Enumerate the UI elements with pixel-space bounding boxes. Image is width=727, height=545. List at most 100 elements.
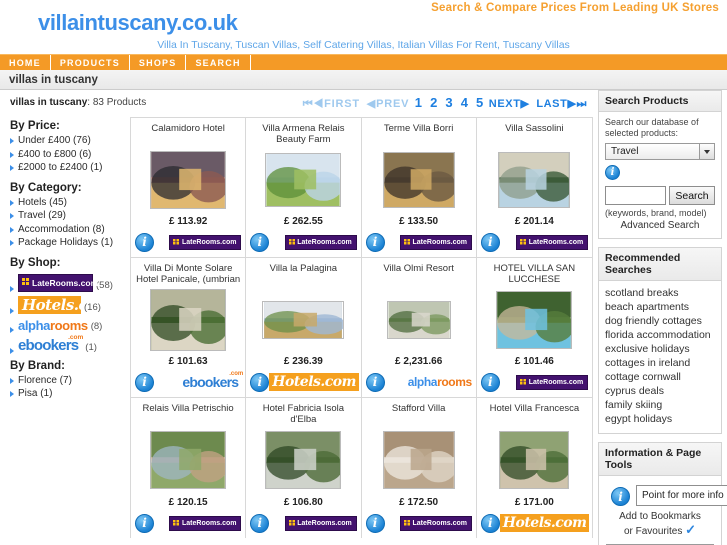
info-icon[interactable]: i [365,513,385,533]
recommended-item[interactable]: cottage cornwall [605,370,715,384]
info-icon[interactable]: i [480,232,500,252]
search-button[interactable]: Search [669,186,715,205]
facet-item-category-1[interactable]: Travel (29) [8,210,124,224]
product-cell[interactable]: HOTEL VILLA SAN LUCCHESE £ 101.46 i LateRoo… [477,258,592,397]
recommended-item[interactable]: florida accommodation [605,328,715,342]
product-thumbnail[interactable] [366,426,472,494]
nav-item-products[interactable]: PRODUCTS [51,55,130,70]
recommended-item[interactable]: scotland breaks [605,286,715,300]
merchant-logo-laterooms[interactable]: LateRooms.com [399,234,472,250]
facet-item-brand-0[interactable]: Florence (7) [8,375,124,389]
info-icon[interactable]: i [605,165,620,180]
product-cell[interactable]: Villa Olmi Resort £ 2,231.66 i alpharooms [362,258,477,397]
product-cell[interactable]: Calamidoro Hotel £ 113.92 i LateRooms.com [131,118,247,257]
pagination-first[interactable]: ⏮◀FIRST [303,98,360,110]
info-icon[interactable]: i [250,372,270,392]
facet-item-shop-ebookers[interactable]: ebookers .com (1) [8,334,124,356]
merchant-link[interactable]: LateRooms.com [169,515,242,531]
product-cell[interactable]: Villa Di Monte Solare Hotel Panicale, (u… [131,258,247,397]
info-icon[interactable]: i [250,232,270,252]
info-icon[interactable]: i [480,372,500,392]
info-icon[interactable]: i [135,513,154,533]
merchant-link[interactable]: LateRooms.com [516,374,588,390]
recommended-item[interactable]: exclusive holidays [605,342,715,356]
merchant-link[interactable]: LateRooms.com [516,234,588,250]
product-thumbnail[interactable] [250,286,356,353]
product-cell[interactable]: Villa la Palagina £ 236.39 i Hotels.com [246,258,362,397]
info-icon[interactable]: i [365,232,385,252]
pagination-page-3[interactable]: 3 [443,95,455,110]
product-thumbnail[interactable] [481,286,588,353]
nav-item-home[interactable]: HOME [0,55,51,70]
merchant-link[interactable]: ebookers .com [182,371,243,390]
product-thumbnail[interactable] [481,426,588,494]
facet-item-shop-laterooms[interactable]: LateRooms.com (58) [8,272,124,294]
product-thumbnail[interactable] [135,426,241,494]
merchant-logo-ebookers[interactable]: ebookers .com [182,371,243,390]
recommended-item[interactable]: family skiing [605,398,715,412]
recommended-item[interactable]: cottages in ireland [605,356,715,370]
nav-item-search[interactable]: SEARCH [186,55,251,70]
product-thumbnail[interactable] [135,146,241,213]
merchant-link[interactable]: LateRooms.com [399,234,472,250]
merchant-link[interactable]: LateRooms.com [284,515,357,531]
site-logo[interactable]: villaintuscany.co.uk [38,10,238,36]
product-cell[interactable]: Stafford Villa £ 172.50 i LateRooms.com [362,398,477,538]
nav-item-shops[interactable]: SHOPS [130,55,187,70]
merchant-logo-hotels[interactable]: Hotels.com [499,514,590,532]
merchant-link[interactable]: Hotels.com [269,373,359,391]
merchant-logo-alpharooms[interactable]: alpharooms [408,375,472,389]
info-icon[interactable]: i [611,487,630,506]
merchant-link[interactable]: alpharooms [408,375,472,389]
recommended-item[interactable]: beach apartments [605,300,715,314]
info-icon[interactable]: i [365,372,385,392]
pagination-page-4[interactable]: 4 [458,95,470,110]
recommended-item[interactable]: egypt holidays [605,412,715,426]
merchant-link[interactable]: Hotels.com [499,514,590,532]
facet-item-category-0[interactable]: Hotels (45) [8,197,124,211]
recommended-item[interactable]: dog friendly cottages [605,314,715,328]
merchant-logo-laterooms[interactable]: LateRooms.com [516,234,588,250]
product-thumbnail[interactable] [135,286,241,353]
pagination-page-1[interactable]: 1 [412,95,424,110]
merchant-logo-hotels[interactable]: Hotels.com [269,373,359,391]
product-thumbnail[interactable] [250,426,356,494]
facet-item-price-1[interactable]: £400 to £800 (6) [8,149,124,163]
merchant-logo-laterooms[interactable]: LateRooms.com [169,234,242,250]
merchant-logo-laterooms[interactable]: LateRooms.com [169,515,242,531]
facet-item-category-2[interactable]: Accommodation (8) [8,224,124,238]
merchant-logo-laterooms[interactable]: LateRooms.com [284,515,357,531]
product-cell[interactable]: Hotel Villa Francesca £ 171.00 i Hotels.com [477,398,592,538]
merchant-link[interactable]: LateRooms.com [169,234,242,250]
product-thumbnail[interactable] [250,146,356,213]
product-cell[interactable]: Terme Villa Borri £ 133.50 i LateRooms.com [362,118,477,257]
pagination-next[interactable]: NEXT▶ [489,98,530,110]
pagination-page-2[interactable]: 2 [428,95,440,110]
pagination-last[interactable]: LAST▶⏭ [533,98,587,110]
bookmark-text[interactable]: Add to Bookmarks or Favourites ✓ [605,510,715,541]
facet-item-price-0[interactable]: Under £400 (76) [8,135,124,149]
merchant-link[interactable]: LateRooms.com [399,515,472,531]
facet-item-brand-1[interactable]: Pisa (1) [8,388,124,402]
merchant-logo-laterooms[interactable]: LateRooms.com [516,374,588,390]
recommended-item[interactable]: cyprus deals [605,384,715,398]
info-icon[interactable]: i [250,513,270,533]
product-thumbnail[interactable] [366,286,472,353]
info-icon[interactable]: i [135,372,154,392]
merchant-logo-laterooms[interactable]: LateRooms.com [284,234,357,250]
product-cell[interactable]: Villa Armena Relais Beauty Farm £ 262.55 i… [246,118,362,257]
facet-item-category-3[interactable]: Package Holidays (1) [8,237,124,251]
info-icon[interactable]: i [135,232,154,252]
facet-item-shop-alpharooms[interactable]: alpharooms (8) [8,316,124,335]
category-select[interactable]: Travel [605,143,715,160]
advanced-search-link[interactable]: Advanced Search [605,218,715,231]
product-cell[interactable]: Hotel Fabricia Isola d'Elba £ 106.80 i Late… [246,398,362,538]
merchant-logo-laterooms[interactable]: LateRooms.com [399,515,472,531]
product-thumbnail[interactable] [366,146,472,213]
pagination-page-5[interactable]: 5 [473,95,485,110]
product-cell[interactable]: Relais Villa Petrischio £ 120.15 i LateRoom… [131,398,247,538]
facet-item-price-2[interactable]: £2000 to £2400 (1) [8,162,124,176]
pagination-prev[interactable]: ◀PREV [363,98,409,110]
search-input[interactable] [605,186,666,205]
facet-item-shop-hotels[interactable]: Hotels.com (16) [8,294,124,316]
